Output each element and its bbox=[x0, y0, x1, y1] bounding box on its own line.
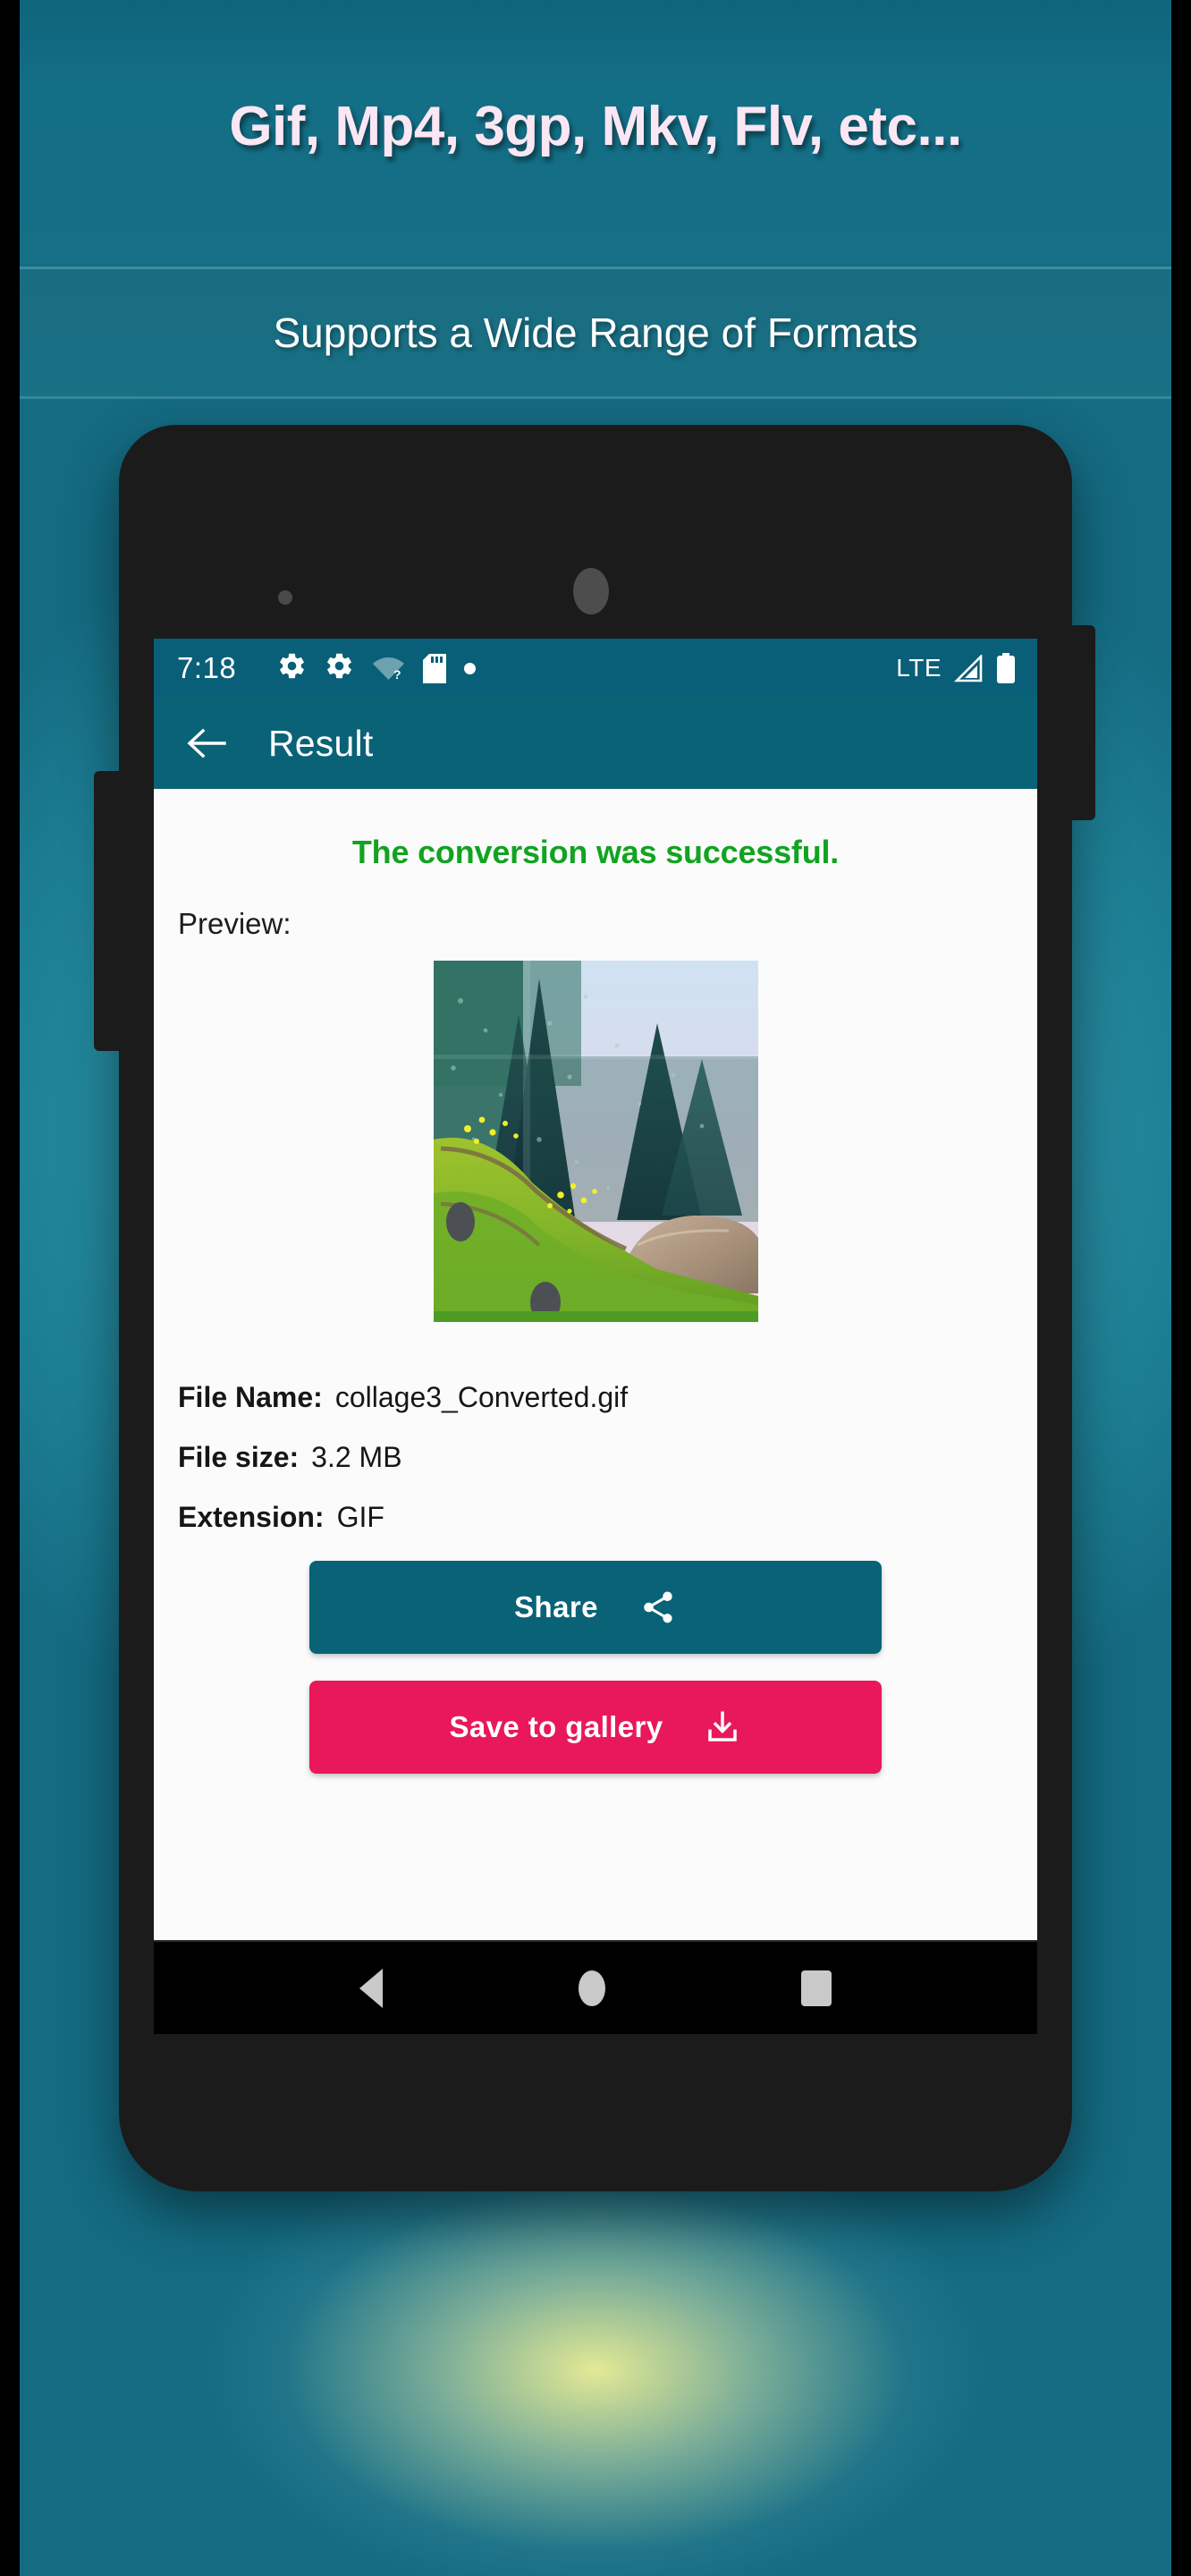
status-bar: 7:18 ? LTE bbox=[154, 639, 1037, 698]
nav-home-circle-icon[interactable] bbox=[578, 1970, 605, 2006]
headline-band: Gif, Mp4, 3gp, Mkv, Flv, etc... bbox=[20, 0, 1171, 264]
svg-text:?: ? bbox=[393, 667, 401, 682]
gear-icon bbox=[325, 651, 354, 685]
share-icon bbox=[639, 1589, 677, 1626]
file-size-value: 3.2 MB bbox=[311, 1441, 402, 1473]
share-button[interactable]: Share bbox=[309, 1561, 882, 1654]
file-name-row: File Name: collage3_Converted.gif bbox=[178, 1381, 1018, 1414]
share-button-label: Share bbox=[514, 1590, 598, 1623]
nav-back-triangle-icon[interactable] bbox=[359, 1968, 383, 2008]
action-buttons: Share Save to gallery bbox=[173, 1561, 1018, 1774]
promo-subtitle: Supports a Wide Range of Formats bbox=[273, 309, 918, 356]
file-name-value: collage3_Converted.gif bbox=[334, 1381, 629, 1413]
promo-headline: Gif, Mp4, 3gp, Mkv, Flv, etc... bbox=[229, 96, 962, 157]
page-title: Result bbox=[268, 722, 374, 764]
subtitle-band: Supports a Wide Range of Formats bbox=[20, 267, 1171, 399]
phone-device-frame: 7:18 ? LTE Result The conversion was suc… bbox=[94, 425, 1095, 2191]
back-arrow-icon[interactable] bbox=[184, 722, 227, 765]
save-button-label: Save to gallery bbox=[449, 1710, 663, 1743]
preview-label: Preview: bbox=[178, 907, 291, 940]
network-label: LTE bbox=[896, 654, 942, 682]
volume-button[interactable] bbox=[94, 771, 121, 1051]
gear-icon bbox=[277, 651, 307, 685]
status-time: 7:18 bbox=[177, 651, 237, 684]
status-bar-left: 7:18 ? bbox=[177, 651, 896, 685]
result-content: The conversion was successful. Preview: bbox=[154, 789, 1037, 1940]
extension-key: Extension: bbox=[178, 1501, 325, 1533]
file-size-key: File size: bbox=[178, 1441, 300, 1473]
extension-value: GIF bbox=[336, 1501, 384, 1533]
save-to-gallery-button[interactable]: Save to gallery bbox=[309, 1681, 882, 1774]
app-bar: Result bbox=[154, 698, 1037, 789]
proximity-sensor-icon bbox=[278, 590, 292, 605]
promo-screenshot: Gif, Mp4, 3gp, Mkv, Flv, etc... Supports… bbox=[0, 0, 1191, 2576]
extension-row: Extension: GIF bbox=[178, 1501, 1018, 1534]
nav-recents-square-icon[interactable] bbox=[801, 1970, 832, 2006]
download-icon bbox=[704, 1708, 741, 1746]
dot-icon bbox=[464, 662, 477, 674]
battery-icon bbox=[996, 653, 1016, 683]
preview-image[interactable] bbox=[433, 961, 758, 1322]
front-camera-icon bbox=[573, 568, 609, 614]
android-nav-bar bbox=[154, 1940, 1037, 2034]
file-size-row: File size: 3.2 MB bbox=[178, 1441, 1018, 1474]
success-message: The conversion was successful. bbox=[351, 834, 840, 870]
signal-icon bbox=[954, 654, 984, 682]
power-button[interactable] bbox=[1070, 625, 1095, 820]
wifi-question-icon: ? bbox=[372, 655, 405, 682]
file-name-key: File Name: bbox=[178, 1381, 323, 1413]
file-info-list: File Name: collage3_Converted.gif File s… bbox=[178, 1381, 1018, 1534]
phone-screen: 7:18 ? LTE Result The conversion was suc… bbox=[154, 639, 1037, 2034]
sd-card-icon bbox=[423, 653, 447, 683]
status-bar-right: LTE bbox=[896, 653, 1016, 683]
